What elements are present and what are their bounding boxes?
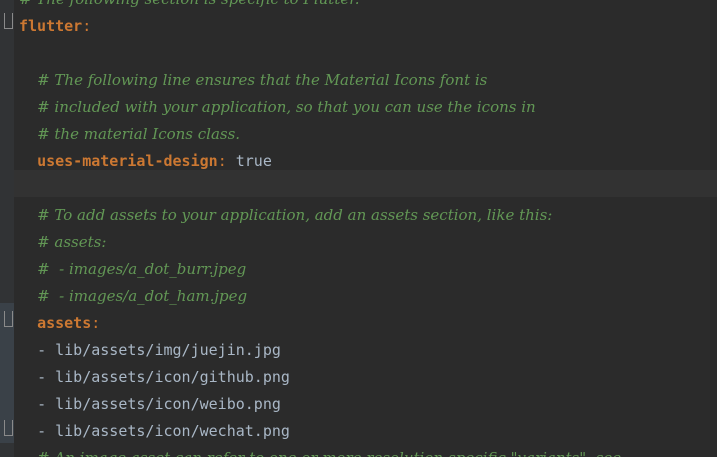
fold-marker-icon[interactable] [4, 420, 13, 436]
comment-text: # - images/a_dot_burr.jpeg [37, 260, 247, 278]
code-line[interactable] [19, 175, 28, 202]
code-line[interactable]: # To add assets to your application, add… [19, 202, 552, 229]
code-line[interactable]: assets: [19, 310, 100, 337]
list-entry-text: - lib/assets/icon/weibo.png [37, 395, 281, 413]
yaml-key: flutter [19, 17, 83, 35]
comment-text: # assets: [37, 233, 107, 251]
comment-text: # - images/a_dot_ham.jpeg [37, 287, 248, 305]
code-line[interactable] [19, 40, 28, 67]
comment-text: # the material Icons class. [37, 125, 241, 143]
list-entry-text: - lib/assets/img/juejin.jpg [37, 341, 281, 359]
yaml-key: uses-material-design [37, 152, 218, 170]
comment-text: # The following section is specific to F… [19, 0, 360, 8]
code-line[interactable]: # the material Icons class. [19, 121, 240, 148]
code-editor[interactable]: # The following section is specific to F… [0, 0, 717, 457]
code-line[interactable]: - lib/assets/icon/wechat.png [19, 418, 290, 445]
fold-marker-icon[interactable] [4, 311, 13, 327]
code-line[interactable]: - lib/assets/icon/weibo.png [19, 391, 281, 418]
code-line[interactable]: # The following line ensures that the Ma… [19, 67, 487, 94]
list-entry-text: - lib/assets/icon/wechat.png [37, 422, 290, 440]
code-line[interactable]: - lib/assets/img/juejin.jpg [19, 337, 281, 364]
yaml-value: true [226, 152, 272, 170]
code-line[interactable]: flutter: [19, 13, 91, 40]
code-line[interactable]: # included with your application, so tha… [19, 94, 536, 121]
comment-text: # The following line ensures that the Ma… [37, 71, 488, 89]
yaml-key: assets [37, 314, 92, 332]
code-line[interactable]: # - images/a_dot_ham.jpeg [19, 283, 247, 310]
code-line[interactable]: # assets: [19, 229, 106, 256]
fold-marker-icon[interactable] [4, 13, 13, 29]
comment-text: # included with your application, so tha… [37, 98, 536, 116]
code-line[interactable]: # The following section is specific to F… [19, 0, 360, 13]
comment-text: # To add assets to your application, add… [37, 206, 553, 224]
code-line[interactable]: # An image asset can refer to one or mor… [19, 445, 621, 457]
comment-text: # An image asset can refer to one or mor… [37, 449, 621, 457]
yaml-colon: : [217, 152, 227, 170]
yaml-colon: : [82, 17, 92, 35]
code-line[interactable]: # - images/a_dot_burr.jpeg [19, 256, 246, 283]
yaml-colon: : [91, 314, 101, 332]
list-entry-text: - lib/assets/icon/github.png [37, 368, 290, 386]
code-line[interactable]: - lib/assets/icon/github.png [19, 364, 290, 391]
code-line[interactable]: uses-material-design: true [19, 148, 272, 175]
